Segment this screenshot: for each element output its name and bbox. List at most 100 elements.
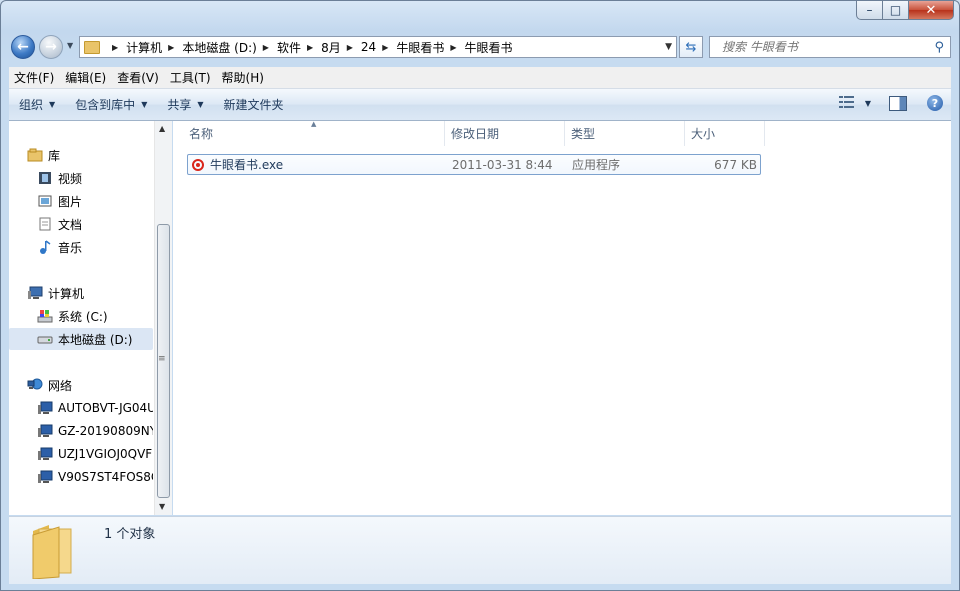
sidebar-item-pictures[interactable]: 图片	[37, 190, 82, 212]
menu-view[interactable]: 查看(V)	[112, 69, 164, 86]
dropdown-arrow-icon: ▼	[49, 100, 56, 109]
breadcrumb-august[interactable]: 8月	[321, 39, 341, 56]
include-in-library-button[interactable]: 包含到库中 ▼	[65, 96, 157, 113]
sidebar-item-drive-c[interactable]: 系统 (C:)	[37, 305, 108, 327]
sidebar-label: UZJ1VGIOJ0QVF	[58, 447, 153, 461]
folder-icon	[84, 40, 100, 54]
dropdown-arrow-icon: ▼	[197, 100, 204, 109]
computer-icon	[27, 285, 43, 301]
sidebar-label: 计算机	[48, 286, 85, 301]
column-date-modified[interactable]: 修改日期	[445, 121, 565, 146]
sidebar-item-network-host[interactable]: GZ-20190809NY	[37, 420, 153, 442]
scroll-grip-icon: ≡	[158, 354, 166, 364]
search-icon[interactable]: ⚲	[934, 40, 944, 55]
file-size: 677 KB	[714, 157, 757, 172]
file-list: ▲ 名称 修改日期 类型 大小 牛眼看书.exe 2011-03-31 8:44…	[173, 120, 951, 515]
refresh-icon: ⇆	[685, 39, 697, 55]
sidebar-item-documents[interactable]: 文档	[37, 213, 82, 235]
breadcrumb-computer[interactable]: 计算机	[126, 39, 162, 56]
file-name: 牛眼看书.exe	[210, 158, 284, 172]
chevron-right-icon[interactable]: ▶	[168, 43, 174, 52]
chevron-right-icon[interactable]: ▶	[307, 43, 313, 52]
view-controls: ▼ ?	[838, 95, 943, 111]
scroll-down-icon[interactable]: ▼	[159, 502, 165, 511]
sidebar-label: AUTOBVT-JG04U	[58, 401, 153, 415]
column-name[interactable]: 名称	[183, 121, 445, 146]
organize-label: 组织	[19, 98, 44, 112]
breadcrumb-24[interactable]: 24	[361, 40, 376, 54]
menu-file[interactable]: 文件(F)	[9, 69, 59, 86]
details-pane: 1 个对象	[9, 516, 951, 584]
minimize-button[interactable]: –	[856, 1, 883, 20]
new-folder-label: 新建文件夹	[223, 98, 284, 112]
breadcrumb-current[interactable]: 牛眼看书	[465, 39, 513, 56]
forward-arrow-icon: →	[45, 39, 57, 55]
network-icon	[27, 377, 43, 393]
column-size[interactable]: 大小	[685, 121, 765, 146]
preview-pane-icon[interactable]	[889, 95, 907, 111]
refresh-button[interactable]: ⇆	[679, 36, 703, 58]
views-icon[interactable]	[838, 96, 855, 110]
chevron-right-icon[interactable]: ▶	[263, 43, 269, 52]
sidebar-item-network[interactable]: 网络	[27, 374, 72, 396]
navigation-row: ← → ▼ ▶ 计算机 ▶ 本地磁盘 (D:) ▶ 软件 ▶ 8月 ▶ 24 ▶…	[1, 31, 959, 63]
chevron-right-icon[interactable]: ▶	[382, 43, 388, 52]
sidebar-label: 库	[48, 148, 61, 163]
navigation-pane: 库 视频 图片 文档 音乐 计算机 系统 (C:) 本地磁盘 (D:) 网络 A…	[9, 121, 172, 515]
sidebar-item-videos[interactable]: 视频	[37, 167, 82, 189]
picture-icon	[37, 193, 53, 209]
address-bar[interactable]: ▶ 计算机 ▶ 本地磁盘 (D:) ▶ 软件 ▶ 8月 ▶ 24 ▶ 牛眼看书 …	[79, 36, 677, 58]
menu-edit[interactable]: 编辑(E)	[60, 69, 111, 86]
recent-pages-dropdown[interactable]: ▼	[67, 41, 73, 50]
column-type[interactable]: 类型	[565, 121, 685, 146]
breadcrumb-folder[interactable]: 牛眼看书	[396, 39, 444, 56]
sidebar-item-libraries[interactable]: 库	[27, 144, 60, 166]
sidebar-scrollbar[interactable]: ▲ ≡ ▼	[154, 121, 172, 515]
views-dropdown-icon[interactable]: ▼	[865, 99, 871, 108]
chevron-right-icon[interactable]: ▶	[450, 43, 456, 52]
menu-help[interactable]: 帮助(H)	[217, 69, 269, 86]
maximize-button[interactable]: □	[883, 1, 909, 20]
sidebar-item-computer[interactable]: 计算机	[27, 282, 84, 304]
item-count: 1 个对象	[104, 527, 156, 542]
back-button[interactable]: ←	[11, 35, 35, 59]
search-box[interactable]: ⚲	[709, 36, 951, 58]
organize-button[interactable]: 组织 ▼	[9, 96, 65, 113]
column-header: ▲ 名称 修改日期 类型 大小	[173, 120, 951, 146]
sidebar-item-network-host[interactable]: AUTOBVT-JG04U	[37, 397, 153, 419]
sidebar-label: GZ-20190809NY	[58, 424, 153, 438]
sidebar-item-network-host[interactable]: V90S7ST4FOS8C	[37, 466, 153, 488]
menu-tools[interactable]: 工具(T)	[165, 69, 216, 86]
network-computer-icon	[37, 400, 53, 416]
folder-icon	[29, 521, 75, 580]
sidebar-label: 图片	[58, 194, 83, 209]
command-bar: 组织 ▼ 包含到库中 ▼ 共享 ▼ 新建文件夹 ▼ ?	[9, 89, 951, 121]
sidebar-item-drive-d[interactable]: 本地磁盘 (D:)	[9, 328, 153, 350]
navigation-tree: 库 视频 图片 文档 音乐 计算机 系统 (C:) 本地磁盘 (D:) 网络 A…	[9, 121, 153, 515]
video-icon	[37, 170, 53, 186]
app-exe-icon	[192, 158, 204, 171]
music-icon	[37, 239, 53, 255]
sidebar-label: 网络	[48, 378, 73, 393]
scroll-up-icon[interactable]: ▲	[159, 124, 165, 133]
help-icon[interactable]: ?	[927, 95, 943, 111]
new-folder-button[interactable]: 新建文件夹	[214, 96, 294, 113]
sidebar-label: 视频	[58, 171, 83, 186]
sidebar-item-music[interactable]: 音乐	[37, 236, 82, 258]
search-input[interactable]	[720, 39, 924, 55]
file-date: 2011-03-31 8:44	[452, 157, 553, 172]
network-computer-icon	[37, 469, 53, 485]
include-in-library-label: 包含到库中	[75, 98, 136, 112]
chevron-right-icon[interactable]: ▶	[347, 43, 353, 52]
breadcrumb-drive-d[interactable]: 本地磁盘 (D:)	[182, 39, 256, 56]
breadcrumb-software[interactable]: 软件	[277, 39, 301, 56]
share-button[interactable]: 共享 ▼	[157, 96, 213, 113]
file-row[interactable]: 牛眼看书.exe 2011-03-31 8:44 应用程序 677 KB	[187, 154, 761, 175]
share-label: 共享	[167, 98, 192, 112]
sidebar-item-network-host[interactable]: UZJ1VGIOJ0QVF	[37, 443, 152, 465]
chevron-right-icon[interactable]: ▶	[112, 43, 118, 52]
address-dropdown-icon[interactable]: ▼	[665, 42, 672, 52]
close-button[interactable]: ✕	[909, 1, 954, 20]
document-icon	[37, 216, 53, 232]
forward-button[interactable]: →	[39, 35, 63, 59]
